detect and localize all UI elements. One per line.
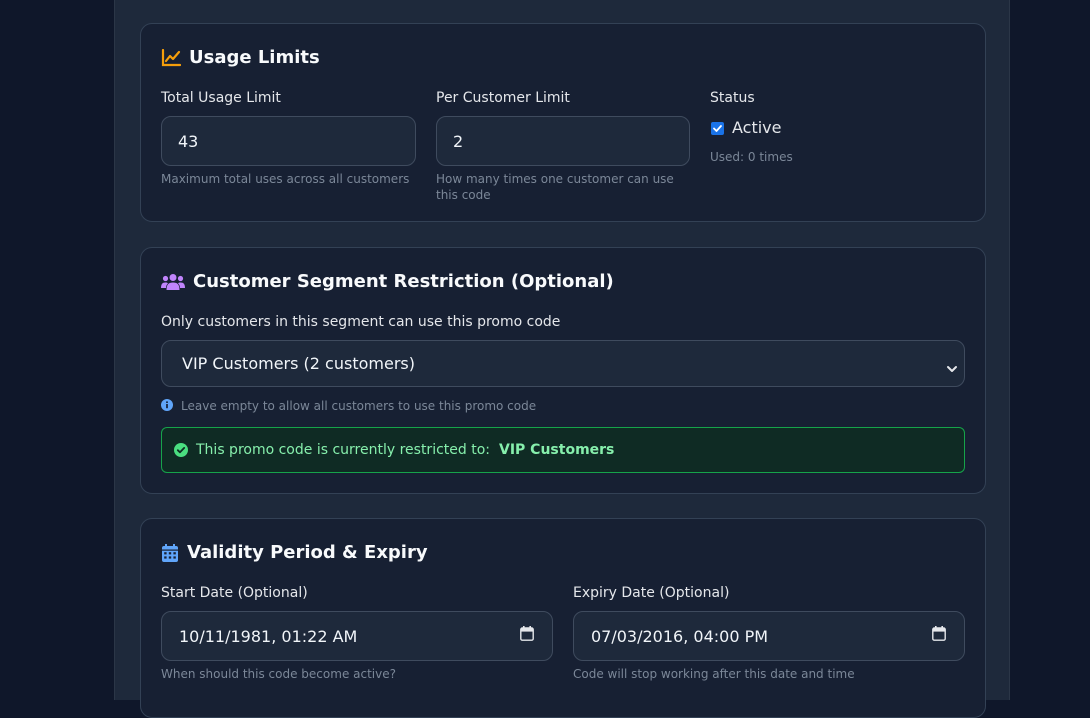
- validity-period-card: Validity Period & Expiry Start Date (Opt…: [140, 518, 986, 718]
- usage-limits-heading: Usage Limits: [161, 47, 320, 68]
- total-usage-value: 43: [178, 131, 199, 151]
- per-customer-help-line2: this code: [436, 188, 491, 202]
- per-customer-help: How many times one customer can use this…: [436, 171, 690, 203]
- validity-period-heading: Validity Period & Expiry: [161, 542, 428, 563]
- form-panel: Usage Limits Total Usage Limit 43 Maximu…: [114, 0, 1010, 718]
- per-customer-label: Per Customer Limit: [436, 90, 570, 106]
- calendar-icon: [161, 543, 179, 563]
- start-date-help: When should this code become active?: [161, 667, 396, 681]
- expiry-date-input[interactable]: 07/03/2016, 04:00 PM: [573, 611, 965, 661]
- info-icon: [161, 396, 173, 415]
- start-date-calendar-icon[interactable]: [520, 626, 534, 645]
- per-customer-input[interactable]: 2: [436, 116, 690, 166]
- active-label[interactable]: Active: [732, 118, 782, 137]
- customer-segment-heading: Customer Segment Restriction (Optional): [161, 271, 614, 292]
- restriction-text: This promo code is currently restricted …: [196, 442, 490, 458]
- check-circle-icon: [174, 443, 188, 457]
- per-customer-help-line1: How many times one customer can use: [436, 172, 674, 186]
- checkmark-icon: [713, 125, 722, 132]
- total-usage-input[interactable]: 43: [161, 116, 416, 166]
- expiry-date-value: 07/03/2016, 04:00 PM: [591, 626, 769, 646]
- expiry-date-calendar-icon[interactable]: [932, 626, 946, 645]
- customer-segment-title: Customer Segment Restriction (Optional): [193, 271, 614, 292]
- start-date-label: Start Date (Optional): [161, 585, 308, 601]
- segment-select[interactable]: VIP Customers (2 customers): [161, 340, 965, 387]
- start-date-input[interactable]: 10/11/1981, 01:22 AM: [161, 611, 553, 661]
- usage-limits-card: Usage Limits Total Usage Limit 43 Maximu…: [140, 23, 986, 222]
- total-usage-help: Maximum total uses across all customers: [161, 172, 410, 186]
- chevron-down-icon: [946, 359, 958, 378]
- chart-line-icon: [161, 48, 181, 68]
- total-usage-label: Total Usage Limit: [161, 90, 281, 106]
- usage-limits-title: Usage Limits: [189, 47, 320, 68]
- status-label: Status: [710, 90, 755, 106]
- start-date-value: 10/11/1981, 01:22 AM: [179, 626, 358, 646]
- users-icon: [161, 272, 185, 292]
- restricted-segment-name: VIP Customers: [499, 442, 615, 458]
- active-checkbox[interactable]: [711, 122, 724, 135]
- validity-period-title: Validity Period & Expiry: [187, 542, 428, 563]
- per-customer-value: 2: [453, 131, 464, 151]
- segment-selected-value: VIP Customers (2 customers): [182, 354, 415, 373]
- restriction-notice: This promo code is currently restricted …: [161, 427, 965, 473]
- segment-help-text: Leave empty to allow all customers to us…: [181, 398, 537, 413]
- expiry-date-label: Expiry Date (Optional): [573, 585, 730, 601]
- segment-description: Only customers in this segment can use t…: [161, 314, 561, 330]
- expiry-date-help: Code will stop working after this date a…: [573, 667, 855, 681]
- customer-segment-card: Customer Segment Restriction (Optional) …: [140, 247, 986, 494]
- used-count-text: Used: 0 times: [710, 150, 793, 164]
- segment-help-row: Leave empty to allow all customers to us…: [161, 396, 536, 415]
